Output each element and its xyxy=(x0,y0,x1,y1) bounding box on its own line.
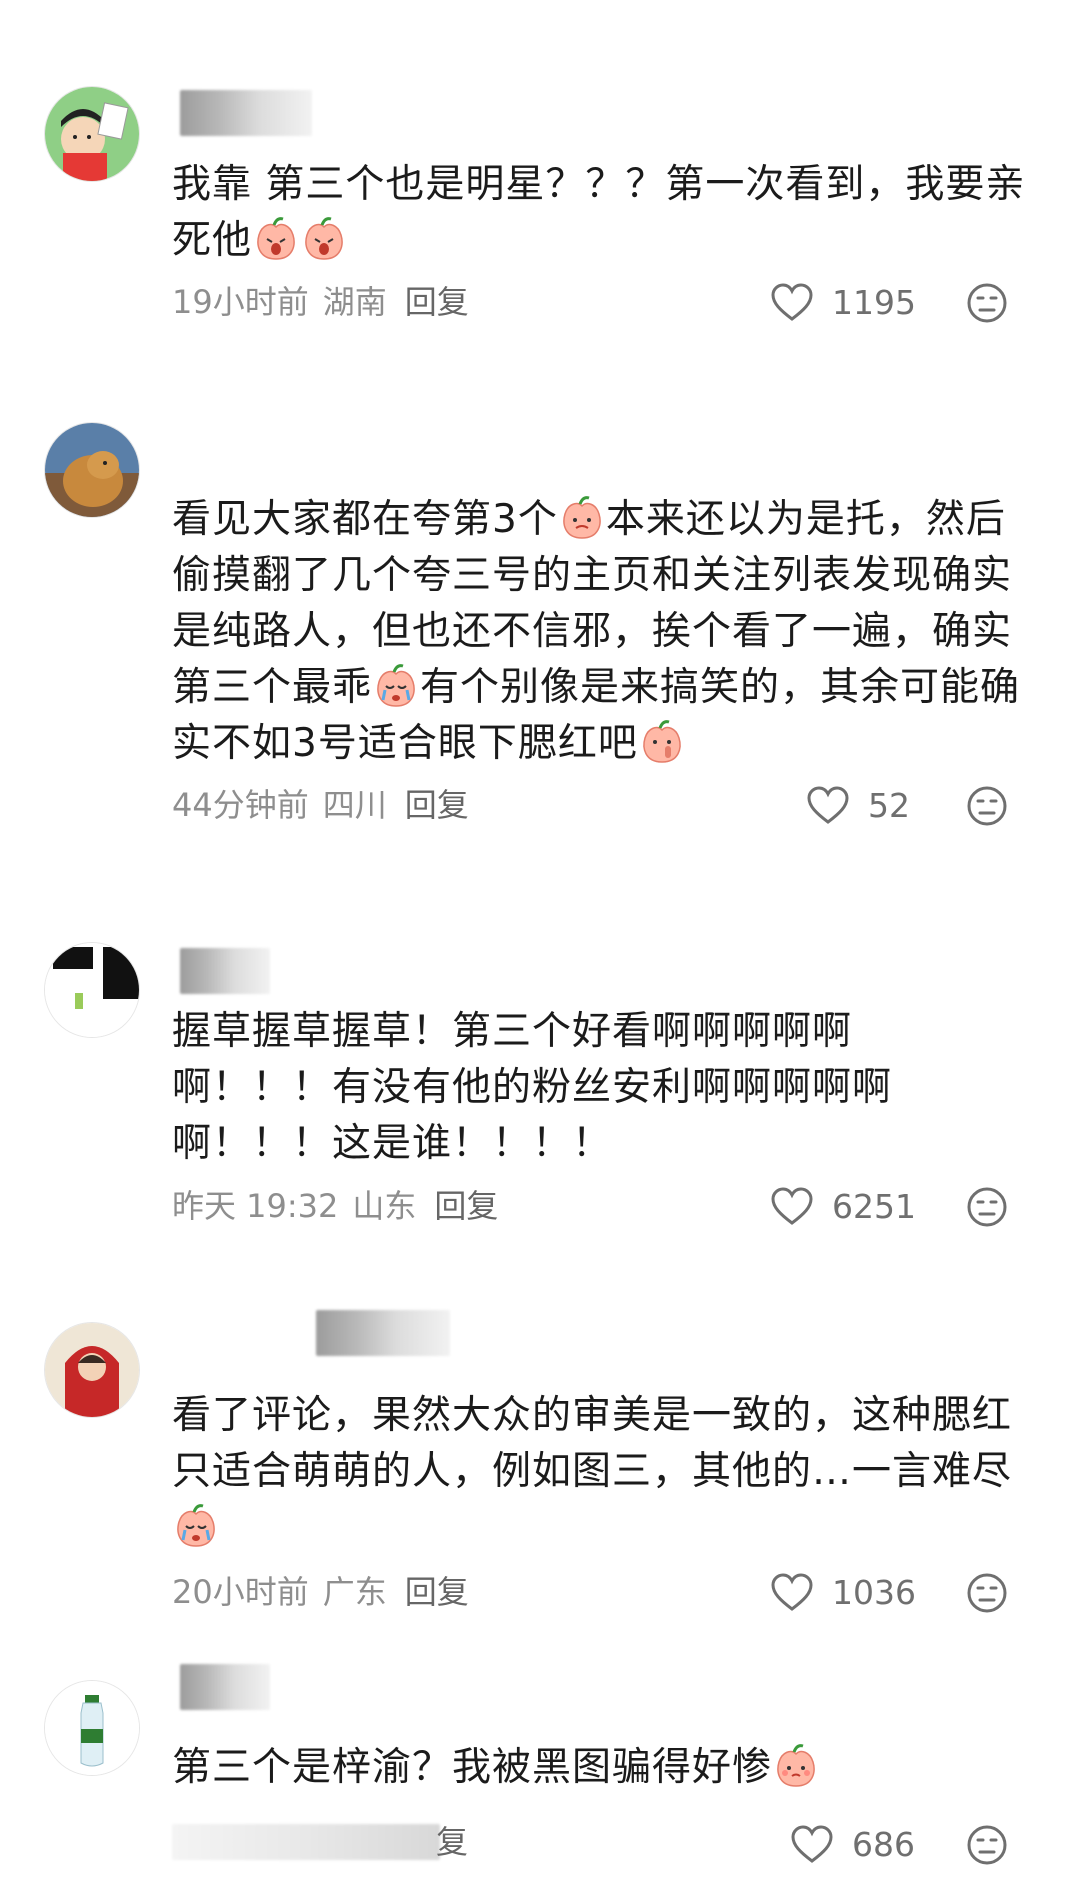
like-button[interactable]: 6251 xyxy=(770,1184,916,1228)
dislike-button[interactable] xyxy=(966,1186,1008,1228)
avatar[interactable] xyxy=(44,86,140,182)
meh-face-icon xyxy=(967,1187,1007,1227)
username-blurred[interactable] xyxy=(180,90,312,136)
avatar[interactable] xyxy=(44,422,140,518)
comment-time: 44分钟前 xyxy=(172,786,309,824)
username-blurred[interactable] xyxy=(316,1310,450,1356)
meh-face-icon xyxy=(967,1573,1007,1613)
reply-button[interactable]: 回复 xyxy=(434,1187,498,1225)
peach-face-emoji xyxy=(301,215,347,261)
like-button[interactable]: 686 xyxy=(790,1822,915,1866)
comment-time: 昨天 19:32 xyxy=(172,1187,339,1225)
like-count: 1036 xyxy=(832,1572,916,1612)
like-count: 1195 xyxy=(832,282,916,322)
peach-face-emoji xyxy=(173,1502,219,1548)
dislike-button[interactable] xyxy=(966,1572,1008,1614)
comment-meta: 44分钟前 四川 回复 xyxy=(172,785,483,825)
meh-face-icon xyxy=(967,1825,1007,1865)
comment-time: 19小时前 xyxy=(172,283,309,321)
dislike-button[interactable] xyxy=(966,785,1008,827)
comment-text: 看见大家都在夸第3个 本来还以为是托，然后偷摸翻了几个夸三号的主页和关注列表发现确… xyxy=(172,492,1032,772)
meh-face-icon xyxy=(967,786,1007,826)
meta-blurred xyxy=(172,1824,440,1860)
dislike-button[interactable] xyxy=(966,1824,1008,1866)
like-count: 686 xyxy=(852,1824,915,1864)
comment-location: 湖南 xyxy=(322,283,387,321)
comment-time: 20小时前 xyxy=(172,1573,309,1611)
comment-location: 广东 xyxy=(322,1573,387,1611)
heart-outline-icon xyxy=(807,786,849,824)
meh-face-icon xyxy=(967,283,1007,323)
peach-face-emoji xyxy=(639,718,685,764)
comment-text: 握草握草握草！第三个好看啊啊啊啊啊啊！！！有没有他的粉丝安利啊啊啊啊啊啊！！！这… xyxy=(172,1009,893,1166)
comment-meta: 复 xyxy=(436,1822,482,1862)
reply-button[interactable]: 回复 xyxy=(405,786,469,824)
like-button[interactable]: 52 xyxy=(806,783,910,827)
like-button[interactable]: 1036 xyxy=(770,1570,916,1614)
like-count: 52 xyxy=(868,785,910,825)
comment-text: 我靠 第三个也是明星？？？第一次看到，我要亲死他 xyxy=(172,162,1026,263)
heart-outline-icon xyxy=(771,1573,813,1611)
comment-meta: 昨天 19:32 山东 回复 xyxy=(172,1186,512,1226)
comment-meta: 20小时前 广东 回复 xyxy=(172,1572,483,1612)
peach-face-emoji xyxy=(559,494,605,540)
reply-button[interactable]: 复 xyxy=(436,1823,468,1861)
like-button[interactable]: 1195 xyxy=(770,280,916,324)
heart-outline-icon xyxy=(771,283,813,321)
avatar[interactable] xyxy=(44,942,140,1038)
comment-meta: 19小时前 湖南 回复 xyxy=(172,282,483,322)
peach-face-emoji xyxy=(253,215,299,261)
comment-location: 四川 xyxy=(322,786,387,824)
comment-location: 山东 xyxy=(352,1187,417,1225)
heart-outline-icon xyxy=(791,1825,833,1863)
avatar[interactable] xyxy=(44,1322,140,1418)
heart-outline-icon xyxy=(771,1187,813,1225)
peach-face-emoji xyxy=(773,1742,819,1788)
peach-face-emoji xyxy=(373,662,419,708)
reply-button[interactable]: 回复 xyxy=(405,1573,469,1611)
reply-button[interactable]: 回复 xyxy=(405,283,469,321)
avatar[interactable] xyxy=(44,1680,140,1776)
username-blurred[interactable] xyxy=(180,1664,270,1710)
username-blurred[interactable] xyxy=(180,948,270,994)
like-count: 6251 xyxy=(832,1186,916,1226)
dislike-button[interactable] xyxy=(966,282,1008,324)
comment-text: 第三个是梓渝？我被黑图骗得好惨 xyxy=(172,1740,1032,1796)
comment-text: 看了评论，果然大众的审美是一致的，这种腮红只适合萌萌的人，例如图三，其他的…一言… xyxy=(172,1388,1032,1556)
